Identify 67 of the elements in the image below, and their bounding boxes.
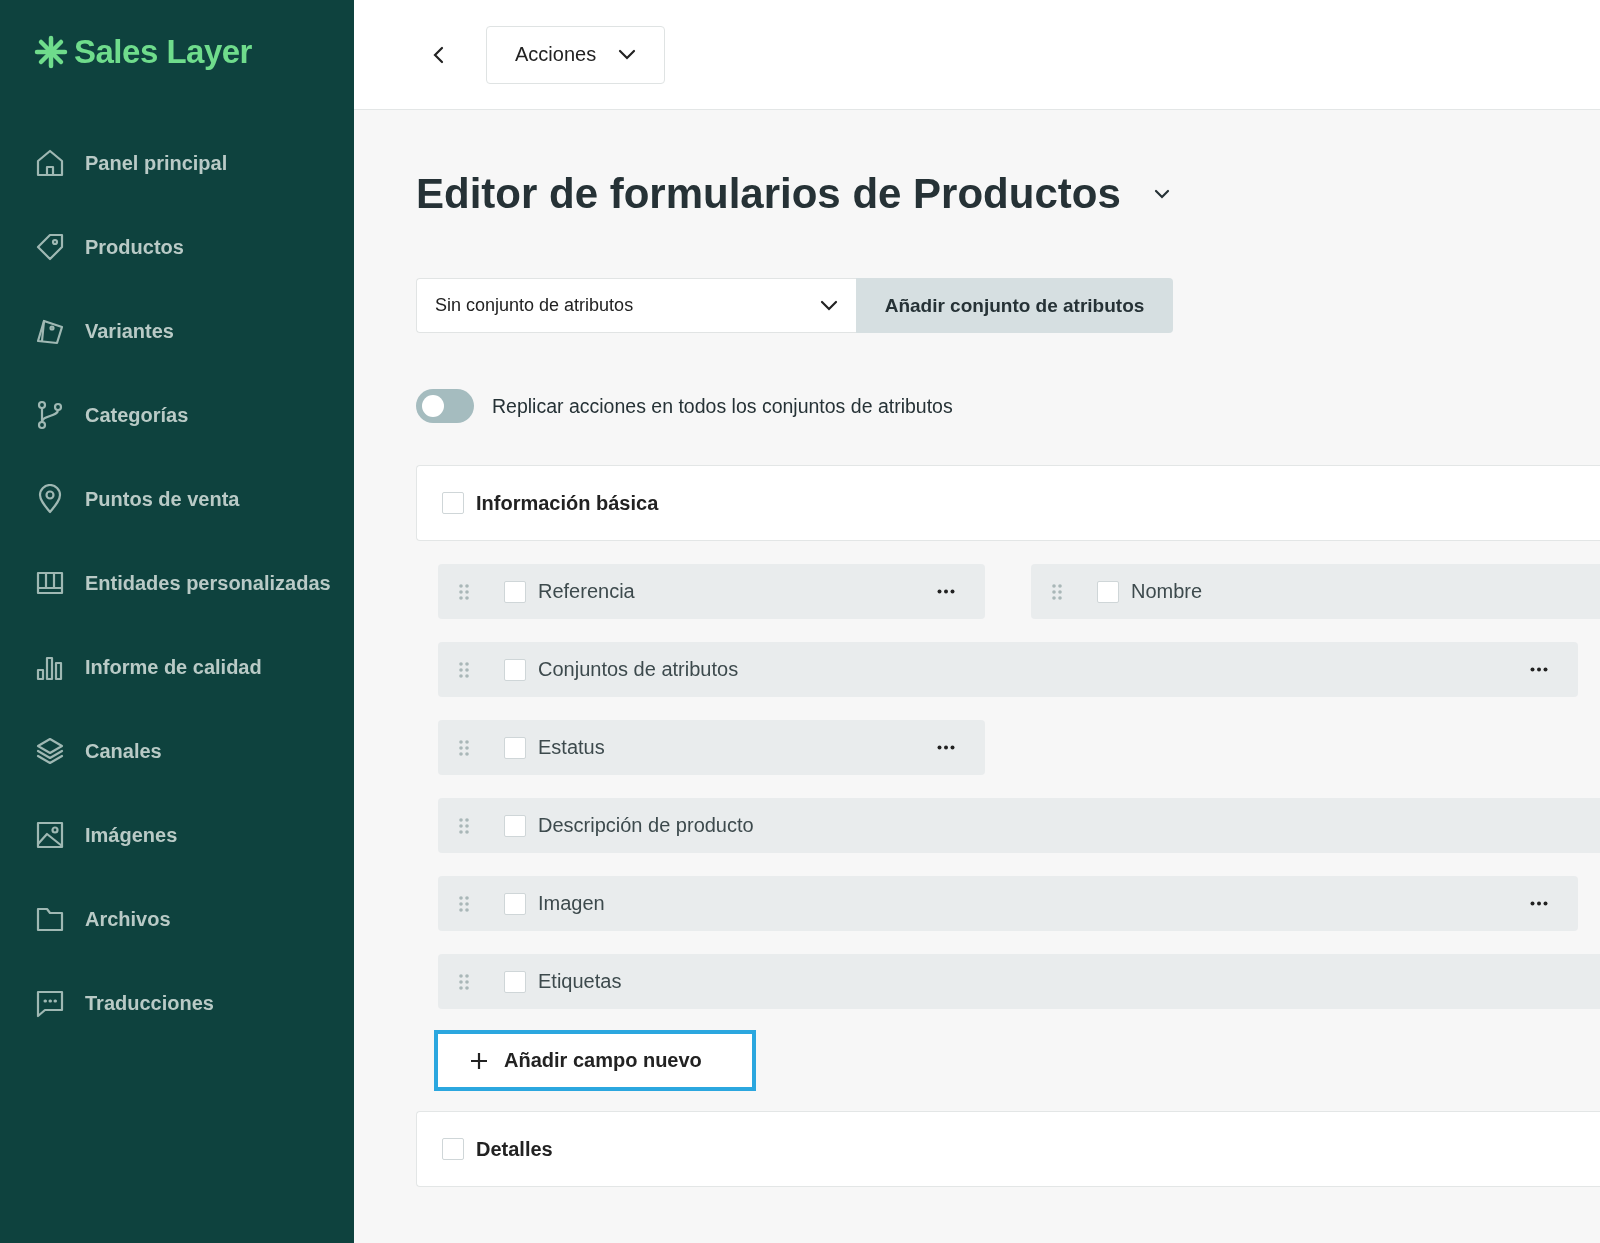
sidebar-item[interactable]: Traducciones [0, 961, 354, 1045]
checkbox[interactable] [442, 1138, 464, 1160]
drag-handle-icon[interactable] [458, 972, 470, 991]
toggle-label: Replicar acciones en todos los conjuntos de atributos [492, 394, 953, 418]
page-title: Editor de formularios de Productos [416, 170, 1121, 218]
sidebar-item[interactable]: Imágenes [0, 793, 354, 877]
more-options-icon[interactable] [937, 589, 955, 594]
tag-icon [35, 232, 65, 262]
more-options-icon[interactable] [1530, 901, 1548, 906]
checkbox[interactable] [504, 814, 526, 837]
chevron-down-icon [820, 299, 838, 312]
field-label: Referencia [538, 580, 636, 603]
form-field[interactable]: Imagen [438, 876, 1578, 931]
checkbox[interactable] [504, 736, 526, 759]
form-field[interactable]: Estatus [438, 720, 985, 775]
checkbox[interactable] [1097, 580, 1119, 603]
field-label: Conjuntos de atributos [538, 658, 740, 681]
image-icon [35, 820, 65, 850]
drag-handle-icon[interactable] [1051, 582, 1063, 601]
sidebar-item[interactable]: Categorías [0, 373, 354, 457]
form-field[interactable]: Nombre [1031, 564, 1600, 619]
sidebar-item[interactable]: Canales [0, 709, 354, 793]
sidebar-item[interactable]: Productos [0, 205, 354, 289]
sidebar-item[interactable]: Variantes [0, 289, 354, 373]
form-field[interactable]: Etiquetas [438, 954, 1600, 1009]
more-options-icon[interactable] [937, 745, 955, 750]
checkbox[interactable] [504, 658, 526, 681]
chevron-down-icon[interactable] [1152, 188, 1171, 200]
field-label: Descripción de producto [538, 814, 755, 837]
field-label: Nombre [1131, 580, 1204, 603]
field-label: Etiquetas [538, 970, 623, 993]
drag-handle-icon[interactable] [458, 660, 470, 679]
drag-handle-icon[interactable] [458, 582, 470, 601]
plus-icon [470, 1051, 488, 1070]
drag-handle-icon[interactable] [458, 816, 470, 835]
checkbox[interactable] [504, 970, 526, 993]
layers-icon [35, 736, 65, 766]
field-label: Estatus [538, 736, 606, 759]
drag-handle-icon[interactable] [458, 738, 470, 757]
home-icon [35, 148, 65, 178]
section-title: Detalles [476, 1137, 553, 1161]
sidebar-item[interactable]: Informe de calidad [0, 625, 354, 709]
sidebar-item[interactable]: Entidades personalizadas [0, 541, 354, 625]
more-options-icon[interactable] [1530, 667, 1548, 672]
sidebar-item[interactable]: Panel principal [0, 121, 354, 205]
back-icon[interactable] [432, 44, 446, 65]
chevron-down-icon [618, 48, 637, 61]
add-attribute-set-button[interactable]: Añadir conjunto de atributos [856, 278, 1173, 333]
chat-icon [35, 988, 65, 1018]
actions-dropdown[interactable]: Acciones [486, 25, 666, 84]
form-field[interactable]: Descripción de producto [438, 798, 1600, 853]
checkbox[interactable] [504, 580, 526, 603]
form-field[interactable]: Conjuntos de atributos [438, 642, 1578, 697]
checkbox[interactable] [504, 892, 526, 915]
toggle-switch[interactable] [416, 389, 474, 423]
field-label: Imagen [538, 892, 606, 915]
attribute-set-select[interactable]: Sin conjunto de atributos [416, 278, 856, 333]
asterisk-logo-icon [34, 35, 68, 69]
sidebar-item[interactable]: Archivos [0, 877, 354, 961]
section-title: Información básica [476, 491, 659, 515]
add-field-button[interactable]: Añadir campo nuevo [434, 1030, 756, 1091]
form-field[interactable]: Referencia [438, 564, 985, 619]
drag-handle-icon[interactable] [458, 894, 470, 913]
logo-text: Sales Layer [74, 33, 252, 71]
checkbox[interactable] [442, 492, 464, 514]
branch-icon [35, 400, 65, 430]
sidebar-item[interactable]: Puntos de venta [0, 457, 354, 541]
